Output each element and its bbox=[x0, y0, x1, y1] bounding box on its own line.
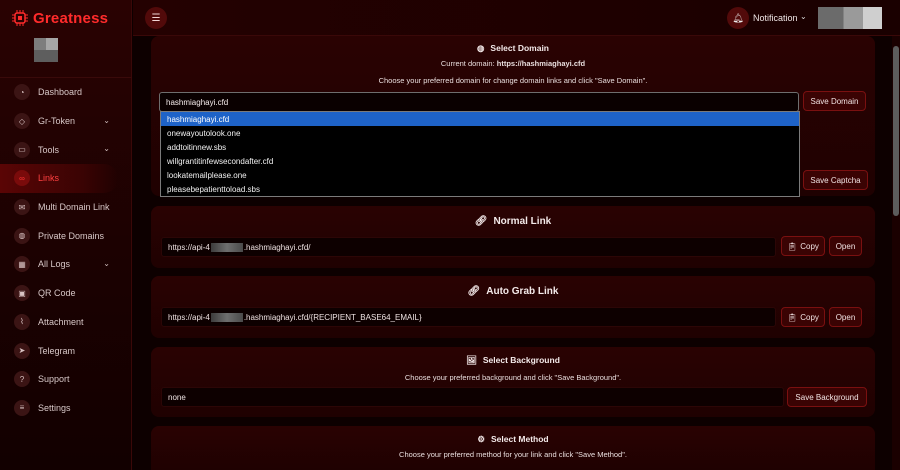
sidebar-item-label: Settings bbox=[38, 402, 71, 413]
brand-name: Greatness bbox=[33, 9, 109, 27]
laptop-icon: ▭ bbox=[14, 141, 30, 158]
notification-label[interactable]: Notification bbox=[753, 13, 798, 23]
auto-grab-link-open-button[interactable]: Open bbox=[829, 307, 862, 327]
menu-toggle-button[interactable]: ☰ bbox=[145, 7, 167, 29]
chip-logo-icon bbox=[12, 10, 28, 26]
select-background-title: 🖼︎ Select Background bbox=[466, 355, 560, 365]
link-icon: ∞ bbox=[14, 170, 30, 187]
topbar: ☰ 🔔︎ Notification ⌄ bbox=[133, 0, 900, 36]
sidebar-item-tools[interactable]: ▭ Tools ⌄ bbox=[0, 135, 132, 164]
sidebar-item-label: QR Code bbox=[38, 288, 76, 299]
sidebar-item-label: Dashboard bbox=[38, 87, 83, 98]
domain-option[interactable]: lookatemailplease.one bbox=[161, 168, 799, 182]
image-icon: 🖼︎ bbox=[466, 355, 477, 365]
scrollbar-thumb[interactable] bbox=[893, 46, 899, 216]
dashboard-icon: ◔ bbox=[14, 84, 30, 101]
link-icon: 🔗︎ bbox=[467, 286, 481, 297]
save-captcha-button[interactable]: Save Captcha bbox=[803, 170, 868, 190]
sliders-icon: ≡ bbox=[14, 399, 30, 416]
domain-option[interactable]: hashmiaghayi.cfd bbox=[161, 112, 799, 126]
auto-grab-link-card: 🔗︎ Auto Grab Link https://api-4 .hashmiagh… bbox=[151, 276, 875, 338]
sidebar-item-private-domains[interactable]: ◍ Private Domains bbox=[0, 221, 132, 250]
select-domain-instruction: Choose your preferred domain for change … bbox=[378, 76, 648, 85]
qr-icon: ▣ bbox=[14, 285, 30, 302]
domain-select[interactable]: hashmiaghayi.cfd bbox=[159, 92, 799, 112]
sidebar-item-links[interactable]: ∞ Links bbox=[0, 164, 118, 193]
clipboard-icon: 📋︎ bbox=[787, 312, 798, 322]
globe-icon: ◍ bbox=[14, 227, 30, 244]
profile-avatar[interactable] bbox=[818, 7, 882, 29]
bell-icon: 🔔︎ bbox=[732, 12, 744, 23]
domain-option[interactable]: onewayoutolook.one bbox=[161, 126, 799, 140]
sidebar-item-gr-token[interactable]: ◇ Gr-Token ⌄ bbox=[0, 107, 132, 136]
chevron-down-icon[interactable]: ⌄ bbox=[800, 12, 807, 21]
sidebar-nav: ◔ Dashboard ◇ Gr-Token ⌄ ▭ Tools ⌄ ∞ Lin… bbox=[0, 77, 132, 422]
notification-bell-button[interactable]: 🔔︎ bbox=[727, 7, 749, 29]
sidebar-item-label: Links bbox=[38, 173, 60, 184]
normal-link-field[interactable]: https://api-4 .hashmiaghayi.cfd/ bbox=[161, 237, 776, 257]
sidebar-item-all-logs[interactable]: ▦ All Logs ⌄ bbox=[0, 250, 132, 279]
grid-icon: ▦ bbox=[14, 256, 30, 273]
sidebar-item-label: Private Domains bbox=[38, 230, 105, 241]
chevron-down-icon: ⌄ bbox=[103, 259, 110, 269]
sidebar-item-multi-domain-link[interactable]: ✉ Multi Domain Link bbox=[0, 193, 132, 222]
current-domain-text: Current domain: https://hashmiaghayi.cfd bbox=[440, 59, 586, 68]
telegram-icon: ➤ bbox=[14, 342, 30, 359]
chevron-down-icon: ⌄ bbox=[103, 144, 110, 154]
sidebar-item-support[interactable]: ? Support bbox=[0, 365, 132, 394]
normal-link-copy-button[interactable]: 📋︎ Copy bbox=[781, 236, 825, 256]
globe-icon: ◍ bbox=[477, 43, 485, 53]
envelope-icon: ✉ bbox=[14, 199, 30, 216]
sidebar: Greatness ◔ Dashboard ◇ Gr-Token ⌄ ▭ Too… bbox=[0, 0, 132, 470]
gem-icon: ◇ bbox=[14, 113, 30, 130]
normal-link-open-button[interactable]: Open bbox=[829, 236, 862, 256]
background-select[interactable]: none bbox=[161, 387, 784, 407]
sidebar-item-attachment[interactable]: ⌇ Attachment bbox=[0, 308, 132, 337]
sidebar-item-qr-code[interactable]: ▣ QR Code bbox=[0, 279, 132, 308]
user-avatar-lower bbox=[34, 50, 58, 62]
sidebar-item-label: Support bbox=[38, 374, 70, 385]
sidebar-item-telegram[interactable]: ➤ Telegram bbox=[0, 336, 132, 365]
select-background-card: 🖼︎ Select Background Choose your preferre… bbox=[151, 347, 875, 417]
sidebar-item-dashboard[interactable]: ◔ Dashboard bbox=[0, 78, 132, 107]
page-scrollbar[interactable] bbox=[892, 36, 900, 470]
save-background-button[interactable]: Save Background bbox=[787, 387, 867, 407]
select-background-instruction: Choose your preferred background and cli… bbox=[404, 373, 622, 382]
link-icon: 🔗︎ bbox=[474, 216, 488, 227]
sidebar-item-label: Tools bbox=[38, 144, 60, 155]
domain-dropdown-list: hashmiaghayi.cfd onewayoutolook.one addt… bbox=[160, 111, 800, 197]
paperclip-icon: ⌇ bbox=[14, 313, 30, 330]
domain-option[interactable]: willgrantitinfewsecondafter.cfd bbox=[161, 154, 799, 168]
brand[interactable]: Greatness bbox=[12, 9, 108, 27]
sidebar-item-label: All Logs bbox=[38, 259, 71, 270]
question-icon: ? bbox=[14, 371, 30, 388]
select-method-instruction: Choose your preferred method for your li… bbox=[399, 450, 627, 459]
chevron-down-icon: ⌄ bbox=[103, 115, 110, 125]
sidebar-item-label: Multi Domain Link bbox=[38, 202, 110, 213]
select-method-card: ⚙ Select Method Choose your preferred met… bbox=[151, 426, 875, 470]
auto-grab-link-title: 🔗︎ Auto Grab Link bbox=[467, 286, 559, 297]
sidebar-item-label: Telegram bbox=[38, 345, 76, 356]
auto-grab-link-field[interactable]: https://api-4 .hashmiaghayi.cfd/{RECIPIEN… bbox=[161, 307, 776, 327]
domain-option[interactable]: addtoitinnew.sbs bbox=[161, 140, 799, 154]
sidebar-item-label: Gr-Token bbox=[38, 116, 76, 127]
clipboard-icon: 📋︎ bbox=[787, 241, 798, 251]
domain-option[interactable]: pleasebepatienttoload.sbs bbox=[161, 182, 799, 196]
redacted-token bbox=[210, 242, 243, 252]
redacted-token bbox=[210, 312, 243, 322]
sidebar-item-label: Attachment bbox=[38, 316, 84, 327]
hamburger-icon: ☰ bbox=[151, 12, 161, 24]
save-domain-button[interactable]: Save Domain bbox=[803, 91, 866, 111]
gear-icon: ⚙ bbox=[477, 434, 485, 444]
select-domain-title: ◍ Select Domain bbox=[477, 43, 549, 53]
select-method-title: ⚙ Select Method bbox=[477, 434, 549, 444]
auto-grab-link-copy-button[interactable]: 📋︎ Copy bbox=[781, 307, 825, 327]
normal-link-title: 🔗︎ Normal Link bbox=[474, 216, 552, 227]
normal-link-card: 🔗︎ Normal Link https://api-4 .hashmiaghayi… bbox=[151, 206, 875, 268]
sidebar-item-settings[interactable]: ≡ Settings bbox=[0, 394, 132, 423]
